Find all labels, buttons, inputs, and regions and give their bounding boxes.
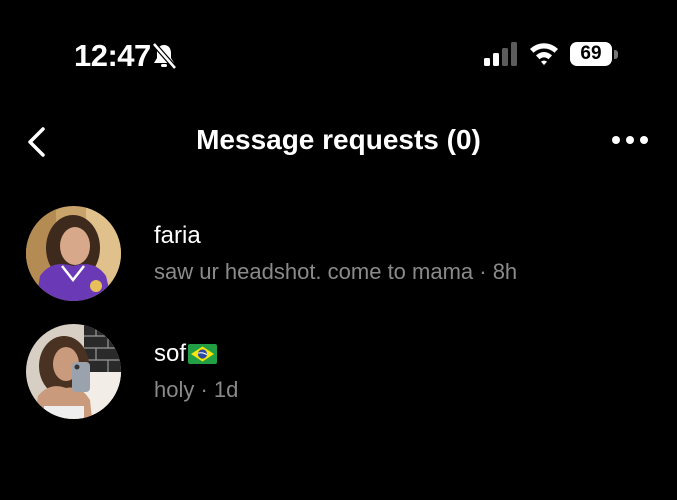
page-title: Message requests (0)	[196, 124, 481, 155]
sender-name: faria	[154, 222, 201, 250]
avatar	[26, 324, 121, 419]
sender-name-text: faria	[154, 222, 201, 249]
wifi-icon	[530, 43, 558, 65]
message-requests-list: faria saw ur headshot. come to mama · 8h…	[0, 200, 677, 436]
bell-slash-icon	[152, 42, 177, 70]
ellipsis-icon[interactable]	[610, 132, 650, 148]
sender-name: sof	[154, 340, 218, 368]
avatar	[26, 206, 121, 301]
message-preview: saw ur headshot. come to mama · 8h	[154, 259, 518, 284]
cellular-signal-icon	[484, 42, 517, 66]
battery-icon: 69	[570, 42, 620, 66]
message-preview: holy · 1d	[154, 377, 239, 402]
status-time: 12:47	[74, 38, 151, 73]
sender-name-text: sof	[154, 340, 187, 367]
battery-level: 69	[570, 42, 612, 66]
battery-tip	[614, 50, 618, 59]
list-item[interactable]: faria saw ur headshot. come to mama · 8h	[0, 200, 677, 318]
list-item[interactable]: sof holy · 1d	[0, 318, 677, 436]
header: Message requests (0)	[0, 110, 677, 174]
status-bar: 12:47 69	[0, 0, 677, 110]
brazil-flag-icon	[188, 344, 218, 364]
